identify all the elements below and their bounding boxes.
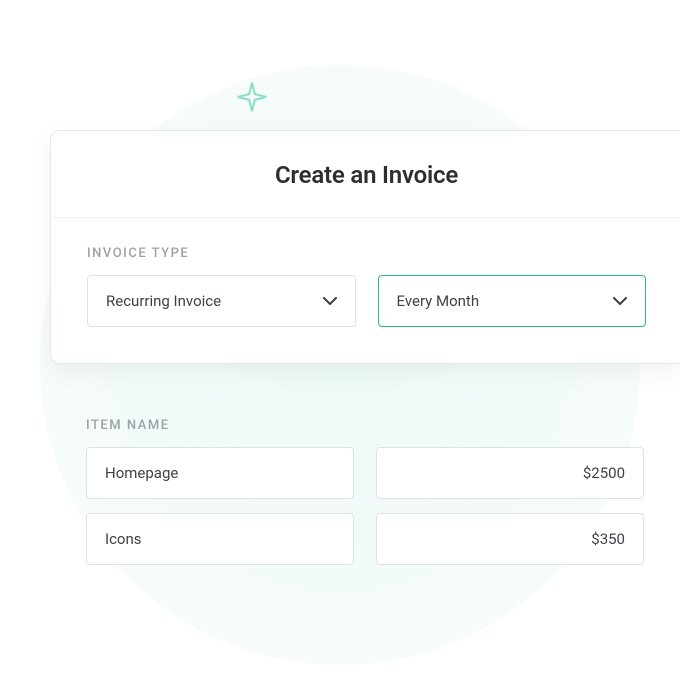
- chevron-down-icon: [323, 297, 337, 305]
- invoice-type-value: Recurring Invoice: [106, 292, 221, 310]
- item-name-value: Homepage: [105, 464, 178, 482]
- item-price-value: $350: [591, 530, 625, 548]
- invoice-type-label: INVOICE TYPE: [87, 246, 646, 261]
- item-name-field[interactable]: Icons: [86, 513, 354, 565]
- item-name-label: ITEM NAME: [86, 418, 644, 433]
- item-name-field[interactable]: Homepage: [86, 447, 354, 499]
- frequency-select[interactable]: Every Month: [378, 275, 647, 327]
- item-price-field[interactable]: $350: [376, 513, 644, 565]
- chevron-down-icon: [613, 297, 627, 305]
- item-price-field[interactable]: $2500: [376, 447, 644, 499]
- card-header: Create an Invoice: [51, 131, 680, 218]
- invoice-card: Create an Invoice INVOICE TYPE Recurring…: [50, 130, 680, 364]
- item-row: Icons $350: [86, 513, 644, 565]
- sparkle-icon: [235, 80, 269, 114]
- frequency-value: Every Month: [397, 292, 480, 310]
- card-title: Create an Invoice: [71, 161, 662, 189]
- items-section: ITEM NAME Homepage $2500 Icons $350: [86, 418, 644, 579]
- item-name-value: Icons: [105, 530, 142, 548]
- item-row: Homepage $2500: [86, 447, 644, 499]
- card-body: INVOICE TYPE Recurring Invoice Every Mon…: [51, 218, 680, 363]
- item-price-value: $2500: [583, 464, 625, 482]
- select-row: Recurring Invoice Every Month: [87, 275, 646, 327]
- invoice-type-select[interactable]: Recurring Invoice: [87, 275, 356, 327]
